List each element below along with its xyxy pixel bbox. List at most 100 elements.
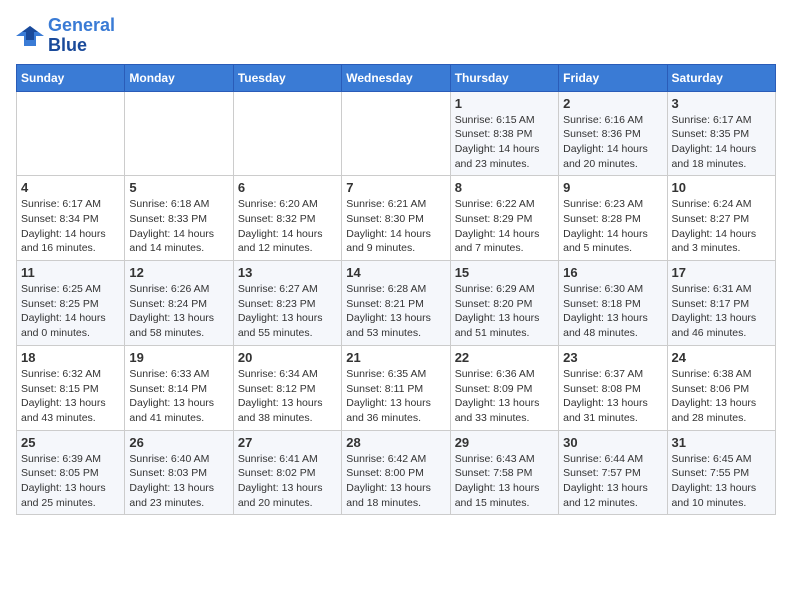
calendar-week-3: 11Sunrise: 6:25 AM Sunset: 8:25 PM Dayli… [17,261,776,346]
day-info: Sunrise: 6:42 AM Sunset: 8:00 PM Dayligh… [346,452,445,511]
calendar-week-2: 4 Sunrise: 6:17 AM Sunset: 8:34 PM Daylig… [17,176,776,261]
weekday-header-sunday: Sunday [17,64,125,91]
calendar-cell: 23 Sunrise: 6:37 AM Sunset: 8:08 PM Dayli… [559,345,667,430]
day-info: Sunrise: 6:17 AM Sunset: 8:34 PM Dayligh… [21,197,120,256]
day-number: 22 [455,350,554,365]
calendar-week-4: 18 Sunrise: 6:32 AM Sunset: 8:15 PM Dayli… [17,345,776,430]
calendar-cell: 3 Sunrise: 6:17 AM Sunset: 8:35 PM Daylig… [667,91,775,176]
day-number: 11 [21,265,120,280]
calendar-cell: 4 Sunrise: 6:17 AM Sunset: 8:34 PM Daylig… [17,176,125,261]
calendar-cell: 10 Sunrise: 6:24 AM Sunset: 8:27 PM Dayli… [667,176,775,261]
day-number: 6 [238,180,337,195]
day-number: 12 [129,265,228,280]
day-info: Sunrise: 6:24 AM Sunset: 8:27 PM Dayligh… [672,197,771,256]
logo-icon [16,22,44,50]
day-info: Sunrise: 6:45 AM Sunset: 7:55 PM Dayligh… [672,452,771,511]
day-number: 4 [21,180,120,195]
day-info: Sunrise: 6:15 AM Sunset: 8:38 PM Dayligh… [455,113,554,172]
day-number: 16 [563,265,662,280]
calendar-header-row: SundayMondayTuesdayWednesdayThursdayFrid… [17,64,776,91]
day-info: Sunrise: 6:44 AM Sunset: 7:57 PM Dayligh… [563,452,662,511]
weekday-header-wednesday: Wednesday [342,64,450,91]
day-number: 2 [563,96,662,111]
calendar-cell: 26 Sunrise: 6:40 AM Sunset: 8:03 PM Dayli… [125,430,233,515]
calendar-cell: 19 Sunrise: 6:33 AM Sunset: 8:14 PM Dayli… [125,345,233,430]
day-info: Sunrise: 6:28 AM Sunset: 8:21 PM Dayligh… [346,282,445,341]
calendar-body: 1 Sunrise: 6:15 AM Sunset: 8:38 PM Daylig… [17,91,776,515]
calendar-cell: 5Sunrise: 6:18 AM Sunset: 8:33 PM Daylig… [125,176,233,261]
day-info: Sunrise: 6:23 AM Sunset: 8:28 PM Dayligh… [563,197,662,256]
day-number: 9 [563,180,662,195]
calendar-cell: 18 Sunrise: 6:32 AM Sunset: 8:15 PM Dayli… [17,345,125,430]
day-number: 15 [455,265,554,280]
day-info: Sunrise: 6:39 AM Sunset: 8:05 PM Dayligh… [21,452,120,511]
calendar-cell: 29 Sunrise: 6:43 AM Sunset: 7:58 PM Dayli… [450,430,558,515]
calendar-cell: 30 Sunrise: 6:44 AM Sunset: 7:57 PM Dayli… [559,430,667,515]
day-info: Sunrise: 6:43 AM Sunset: 7:58 PM Dayligh… [455,452,554,511]
calendar-table: SundayMondayTuesdayWednesdayThursdayFrid… [16,64,776,516]
day-info: Sunrise: 6:27 AM Sunset: 8:23 PM Dayligh… [238,282,337,341]
day-number: 29 [455,435,554,450]
day-number: 31 [672,435,771,450]
calendar-cell: 14 Sunrise: 6:28 AM Sunset: 8:21 PM Dayli… [342,261,450,346]
calendar-cell: 31 Sunrise: 6:45 AM Sunset: 7:55 PM Dayli… [667,430,775,515]
calendar-cell: 6 Sunrise: 6:20 AM Sunset: 8:32 PM Daylig… [233,176,341,261]
day-number: 25 [21,435,120,450]
calendar-cell: 9 Sunrise: 6:23 AM Sunset: 8:28 PM Daylig… [559,176,667,261]
day-info: Sunrise: 6:21 AM Sunset: 8:30 PM Dayligh… [346,197,445,256]
calendar-cell: 22 Sunrise: 6:36 AM Sunset: 8:09 PM Dayli… [450,345,558,430]
calendar-cell [17,91,125,176]
page-header: General Blue [16,16,776,56]
day-number: 14 [346,265,445,280]
day-info: Sunrise: 6:29 AM Sunset: 8:20 PM Dayligh… [455,282,554,341]
weekday-header-friday: Friday [559,64,667,91]
day-info: Sunrise: 6:31 AM Sunset: 8:17 PM Dayligh… [672,282,771,341]
day-number: 23 [563,350,662,365]
day-info: Sunrise: 6:17 AM Sunset: 8:35 PM Dayligh… [672,113,771,172]
day-number: 10 [672,180,771,195]
calendar-cell [342,91,450,176]
calendar-cell: 7 Sunrise: 6:21 AM Sunset: 8:30 PM Daylig… [342,176,450,261]
weekday-header-thursday: Thursday [450,64,558,91]
calendar-cell: 27Sunrise: 6:41 AM Sunset: 8:02 PM Dayli… [233,430,341,515]
day-number: 28 [346,435,445,450]
day-number: 19 [129,350,228,365]
calendar-cell: 13Sunrise: 6:27 AM Sunset: 8:23 PM Dayli… [233,261,341,346]
day-info: Sunrise: 6:33 AM Sunset: 8:14 PM Dayligh… [129,367,228,426]
day-info: Sunrise: 6:38 AM Sunset: 8:06 PM Dayligh… [672,367,771,426]
day-info: Sunrise: 6:36 AM Sunset: 8:09 PM Dayligh… [455,367,554,426]
day-info: Sunrise: 6:22 AM Sunset: 8:29 PM Dayligh… [455,197,554,256]
calendar-week-1: 1 Sunrise: 6:15 AM Sunset: 8:38 PM Daylig… [17,91,776,176]
day-number: 26 [129,435,228,450]
day-number: 18 [21,350,120,365]
day-number: 3 [672,96,771,111]
weekday-header-monday: Monday [125,64,233,91]
weekday-header-tuesday: Tuesday [233,64,341,91]
calendar-cell: 24Sunrise: 6:38 AM Sunset: 8:06 PM Dayli… [667,345,775,430]
day-info: Sunrise: 6:37 AM Sunset: 8:08 PM Dayligh… [563,367,662,426]
day-info: Sunrise: 6:18 AM Sunset: 8:33 PM Dayligh… [129,197,228,256]
calendar-cell: 2 Sunrise: 6:16 AM Sunset: 8:36 PM Daylig… [559,91,667,176]
calendar-cell [125,91,233,176]
logo-text: General Blue [48,16,115,56]
calendar-cell: 25 Sunrise: 6:39 AM Sunset: 8:05 PM Dayli… [17,430,125,515]
day-number: 30 [563,435,662,450]
day-number: 27 [238,435,337,450]
logo: General Blue [16,16,115,56]
day-number: 7 [346,180,445,195]
calendar-week-5: 25 Sunrise: 6:39 AM Sunset: 8:05 PM Dayli… [17,430,776,515]
calendar-cell: 20 Sunrise: 6:34 AM Sunset: 8:12 PM Dayli… [233,345,341,430]
day-info: Sunrise: 6:26 AM Sunset: 8:24 PM Dayligh… [129,282,228,341]
day-number: 20 [238,350,337,365]
calendar-cell: 12 Sunrise: 6:26 AM Sunset: 8:24 PM Dayli… [125,261,233,346]
day-info: Sunrise: 6:32 AM Sunset: 8:15 PM Dayligh… [21,367,120,426]
day-info: Sunrise: 6:40 AM Sunset: 8:03 PM Dayligh… [129,452,228,511]
day-info: Sunrise: 6:20 AM Sunset: 8:32 PM Dayligh… [238,197,337,256]
day-number: 1 [455,96,554,111]
day-info: Sunrise: 6:34 AM Sunset: 8:12 PM Dayligh… [238,367,337,426]
day-info: Sunrise: 6:16 AM Sunset: 8:36 PM Dayligh… [563,113,662,172]
day-info: Sunrise: 6:35 AM Sunset: 8:11 PM Dayligh… [346,367,445,426]
calendar-cell: 8Sunrise: 6:22 AM Sunset: 8:29 PM Daylig… [450,176,558,261]
calendar-cell: 16Sunrise: 6:30 AM Sunset: 8:18 PM Dayli… [559,261,667,346]
calendar-cell: 15 Sunrise: 6:29 AM Sunset: 8:20 PM Dayli… [450,261,558,346]
